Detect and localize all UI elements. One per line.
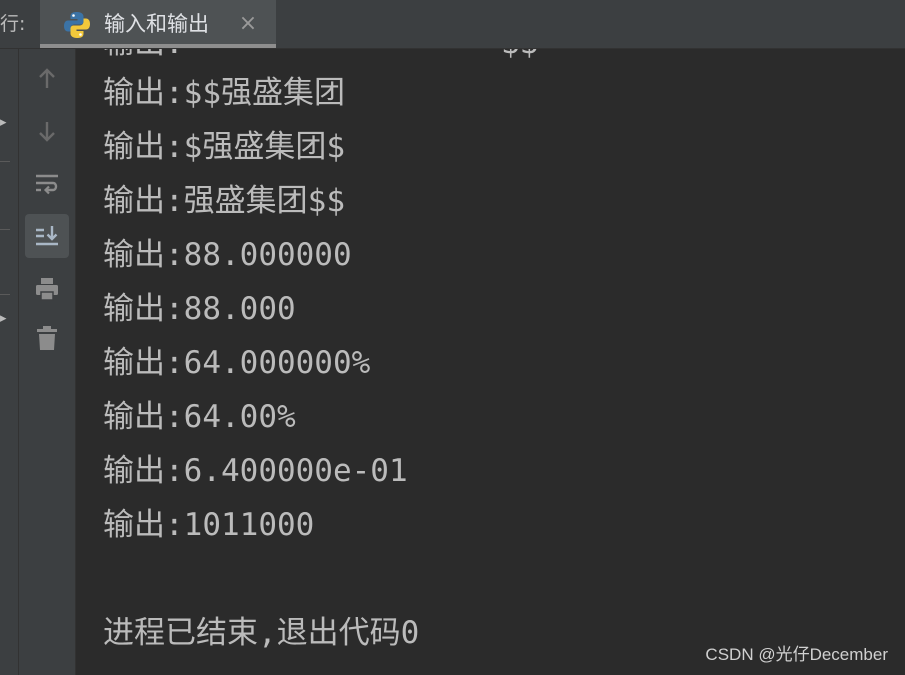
arrow-up-icon[interactable]: [25, 57, 69, 101]
left-edge-strip: ▸ ▸: [0, 49, 19, 675]
soft-wrap-icon[interactable]: [25, 162, 69, 206]
strip-divider: [0, 294, 10, 295]
arrow-down-icon[interactable]: [25, 109, 69, 153]
console-output[interactable]: 输出: $$ 输出:$$强盛集团 输出:$强盛集团$ 输出:强盛集团$$ 输出:…: [76, 49, 905, 675]
strip-divider: [0, 229, 10, 230]
run-window-label: 行:: [0, 13, 26, 35]
active-tab-indicator: [40, 44, 276, 48]
console-line: 输出:$$强盛集团: [103, 75, 345, 111]
console-line: 输出:64.00%: [103, 399, 296, 435]
scroll-to-end-icon[interactable]: [25, 214, 69, 258]
watermark: CSDN @光仔December: [705, 645, 888, 664]
strip-divider: [0, 161, 10, 162]
console-line: 输出:64.000000%: [103, 345, 371, 381]
tool-window-tabbar: 行: 输入和输出 ×: [0, 0, 905, 49]
print-icon[interactable]: [25, 267, 69, 311]
console-line: 输出:88.000000: [103, 237, 352, 273]
python-icon: [62, 10, 92, 40]
strip-marker: ▸: [0, 115, 7, 130]
console-line: 输出:1011000: [103, 507, 315, 543]
tab-label: 输入和输出: [104, 12, 209, 36]
close-icon[interactable]: ×: [236, 11, 260, 37]
console-line: 输出:$强盛集团$: [103, 129, 345, 165]
console-line: 输出:6.400000e-01: [103, 453, 408, 489]
console-line-partial: 输出: $$: [103, 49, 538, 63]
strip-marker: ▸: [0, 311, 7, 326]
process-exit-message: 进程已结束,退出代码0: [103, 615, 420, 651]
console-line: 输出:88.000: [103, 291, 296, 327]
console-toolbar: [19, 49, 76, 675]
console-line: 输出:强盛集团$$: [103, 183, 345, 219]
tab-input-output[interactable]: 输入和输出 ×: [40, 0, 276, 48]
trash-icon[interactable]: [25, 316, 69, 360]
